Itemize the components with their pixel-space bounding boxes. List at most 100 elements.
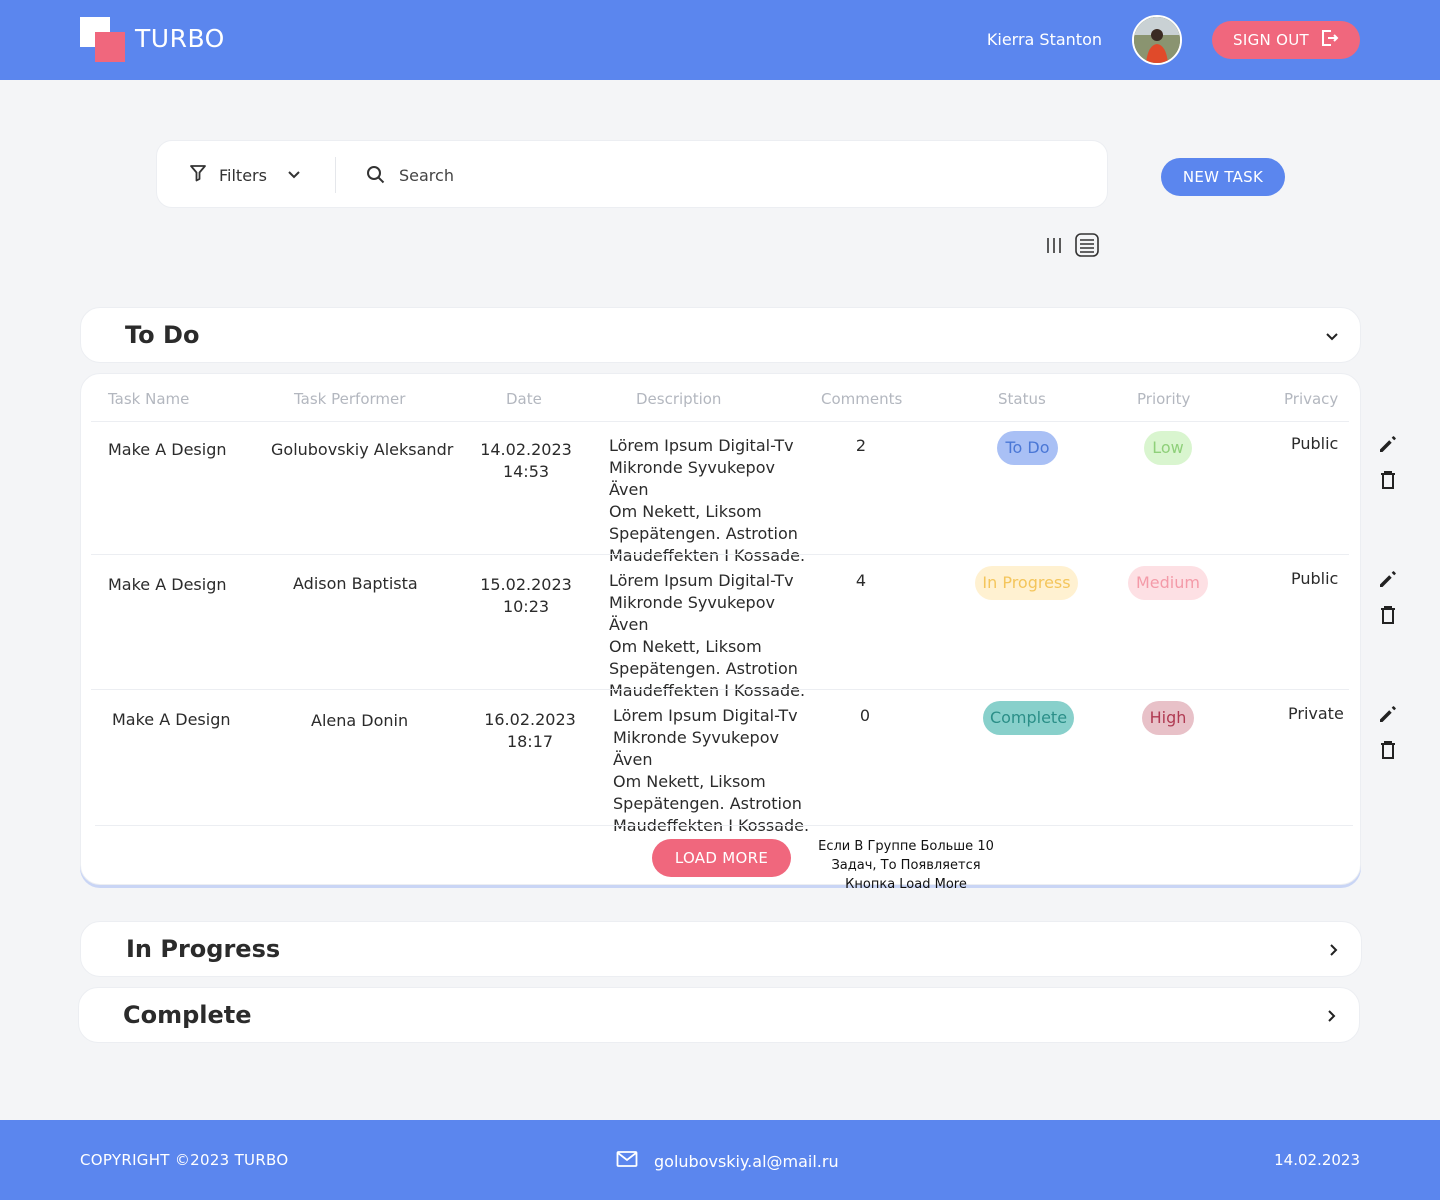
description-line: Om Nekett, Liksom: [609, 502, 762, 521]
description-line: Mikronde Syvukepov Även: [609, 593, 775, 634]
trash-icon[interactable]: [1377, 469, 1399, 495]
task-description: Lörem Ipsum Digital-Tv Mikronde Syvukepo…: [613, 705, 823, 837]
task-performer: Golubovskiy Aleksandr: [271, 440, 454, 459]
group-title-todo: To Do: [125, 321, 200, 349]
task-date-day: 15.02.2023: [480, 575, 572, 594]
chevron-right-icon: [1325, 942, 1341, 962]
footer-email[interactable]: golubovskiy.al@mail.ru: [616, 1150, 839, 1172]
chevron-down-icon: [287, 166, 301, 185]
pencil-icon[interactable]: [1377, 568, 1399, 594]
task-description: Lörem Ipsum Digital-Tv Mikronde Syvukepo…: [609, 570, 819, 702]
column-header: Task Performer: [294, 390, 406, 408]
task-date-day: 16.02.2023: [484, 710, 576, 729]
priority-badge: High: [1142, 701, 1194, 735]
group-title-in-progress: In Progress: [126, 935, 281, 963]
divider: [91, 554, 1349, 555]
row-actions: [1377, 433, 1399, 505]
description-line: Lörem Ipsum Digital-Tv: [609, 436, 794, 455]
column-header: Comments: [821, 390, 903, 408]
status-badge: Complete: [983, 701, 1074, 735]
chevron-right-icon: [1323, 1008, 1339, 1028]
footer-email-text: golubovskiy.al@mail.ru: [654, 1151, 839, 1171]
task-performer: Alena Donin: [311, 711, 409, 730]
trash-icon[interactable]: [1377, 739, 1399, 765]
description-line: Spepätengen. Astrotion: [613, 794, 802, 813]
trash-icon[interactable]: [1377, 604, 1399, 630]
signout-icon: [1319, 28, 1339, 52]
app-header: TURBO Kierra Stanton SIGN OUT: [0, 0, 1440, 80]
task-privacy: Public: [1291, 434, 1339, 453]
pencil-icon[interactable]: [1377, 433, 1399, 459]
task-performer: Adison Baptista: [293, 574, 418, 593]
search-icon: [365, 164, 387, 190]
row-actions: [1377, 703, 1399, 775]
description-line: Spepätengen. Astrotion: [609, 659, 798, 678]
divider: [91, 421, 1349, 422]
search-bar: Filters: [156, 140, 1108, 208]
group-header-todo[interactable]: To Do: [80, 307, 1361, 363]
filters-dropdown[interactable]: Filters: [189, 141, 301, 209]
column-header: Privacy: [1284, 390, 1339, 408]
group-title-complete: Complete: [123, 1001, 252, 1029]
search-divider: [335, 157, 336, 193]
status-badge: In Progress: [975, 566, 1078, 600]
app-footer: COPYRIGHT ©2023 TURBO golubovskiy.al@mai…: [0, 1120, 1440, 1200]
chevron-down-icon: [1324, 328, 1340, 348]
task-description: Lörem Ipsum Digital-Tv Mikronde Syvukepo…: [609, 435, 819, 567]
logo[interactable]: TURBO: [80, 17, 230, 63]
task-date: 15.02.2023 10:23: [476, 574, 576, 618]
note-line: Если В Группе Больше 10: [818, 839, 994, 854]
columns-view-icon[interactable]: [1044, 235, 1064, 259]
row-actions: [1377, 568, 1399, 640]
mail-icon: [616, 1150, 638, 1172]
note-line: Задач, То Появляется: [831, 858, 981, 873]
column-header: Date: [506, 390, 542, 408]
priority-badge: Low: [1144, 431, 1192, 465]
new-task-button[interactable]: NEW TASK: [1161, 158, 1285, 196]
description-line: Mikronde Syvukepov Även: [609, 458, 775, 499]
logo-text: TURBO: [135, 24, 225, 53]
task-date: 14.02.2023 14:53: [476, 439, 576, 483]
description-line: Maudeffekten I Kossade.: [609, 546, 806, 565]
task-privacy: Private: [1288, 704, 1344, 723]
column-header: Description: [636, 390, 722, 408]
signout-button[interactable]: SIGN OUT: [1212, 21, 1360, 59]
group-header-complete[interactable]: Complete: [78, 987, 1360, 1043]
description-line: Spepätengen. Astrotion: [609, 524, 798, 543]
group-header-in-progress[interactable]: In Progress: [80, 921, 1362, 977]
task-name: Make A Design: [108, 440, 227, 459]
task-privacy: Public: [1291, 569, 1339, 588]
view-toggle: [1044, 232, 1100, 262]
signout-label: SIGN OUT: [1233, 31, 1309, 49]
footer-date: 14.02.2023: [1274, 1151, 1360, 1169]
divider: [91, 689, 1349, 690]
load-more-button[interactable]: LOAD MORE: [652, 839, 791, 877]
task-name: Make A Design: [112, 710, 231, 729]
note-line: Кнопка Load More: [845, 877, 967, 892]
column-header: Task Name: [108, 390, 190, 408]
status-badge: To Do: [997, 431, 1058, 465]
task-comments: 0: [859, 706, 871, 725]
column-header: Priority: [1137, 390, 1191, 408]
task-date-time: 18:17: [506, 732, 554, 751]
list-view-icon[interactable]: [1074, 232, 1100, 262]
filters-label: Filters: [219, 165, 267, 185]
avatar[interactable]: [1132, 15, 1182, 65]
task-date-time: 10:23: [502, 597, 550, 616]
load-more-note: Если В Группе Больше 10 Задач, То Появля…: [805, 837, 1007, 894]
task-table: Task Name Task Performer Date Descriptio…: [80, 373, 1361, 892]
pencil-icon[interactable]: [1377, 703, 1399, 729]
search-input[interactable]: [399, 159, 1079, 191]
divider: [95, 825, 1353, 826]
user-name: Kierra Stanton: [986, 30, 1102, 49]
copyright: COPYRIGHT ©2023 TURBO: [80, 1151, 289, 1169]
description-line: Maudeffekten I Kossade.: [609, 681, 806, 700]
description-line: Lörem Ipsum Digital-Tv: [613, 706, 798, 725]
logo-square-pink: [95, 32, 125, 62]
task-date-day: 14.02.2023: [480, 440, 572, 459]
column-header: Status: [998, 390, 1046, 408]
task-date: 16.02.2023 18:17: [480, 709, 580, 753]
description-line: Om Nekett, Liksom: [613, 772, 766, 791]
task-comments: 4: [855, 571, 867, 590]
description-line: Om Nekett, Liksom: [609, 637, 762, 656]
